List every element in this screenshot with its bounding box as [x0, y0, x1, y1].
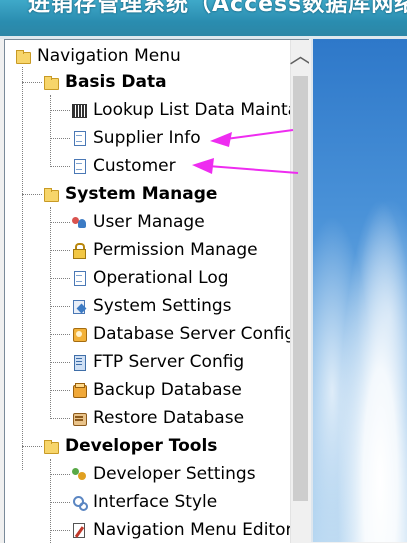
- developer-settings-icon: [71, 466, 87, 482]
- tree-item-system-settings[interactable]: System Settings: [71, 292, 232, 320]
- vertical-scrollbar[interactable]: ︿: [290, 40, 309, 543]
- tree-item-permission-manage[interactable]: Permission Manage: [71, 236, 258, 264]
- banner-title: 进销存管理系统（Access数据库网络版）: [28, 0, 407, 17]
- tree-root-navigation-menu[interactable]: Navigation Menu: [15, 42, 181, 70]
- tree-item-interface-style[interactable]: Interface Style: [71, 488, 217, 516]
- folder-open-icon: [43, 186, 59, 202]
- navigation-tree: Navigation Menu Basis Data Lookup List D…: [5, 40, 309, 543]
- log-document-icon: [71, 270, 87, 286]
- server-icon: [71, 354, 87, 371]
- tree-item-customer[interactable]: Customer: [71, 152, 176, 180]
- folder-open-icon: [15, 48, 31, 64]
- background-sky-image: [311, 39, 407, 542]
- scroll-up-arrow-icon[interactable]: ︿: [290, 40, 310, 74]
- tree-item-navigation-menu-editor[interactable]: Navigation Menu Editor: [71, 516, 292, 543]
- tree-group-basis-data[interactable]: Basis Data: [43, 68, 167, 96]
- database-icon: [71, 326, 87, 342]
- table-grid-icon: [71, 102, 87, 118]
- document-icon: [71, 130, 87, 146]
- tree-item-ftp-server-config[interactable]: FTP Server Config: [71, 348, 244, 376]
- tree-item-database-server-config[interactable]: Database Server Config: [71, 320, 295, 348]
- tree-item-lookup-list[interactable]: Lookup List Data Maintain: [71, 96, 309, 124]
- tree-group-developer-tools[interactable]: Developer Tools: [43, 432, 217, 460]
- tree-item-supplier-info[interactable]: Supplier Info: [71, 124, 201, 152]
- document-icon: [71, 158, 87, 174]
- folder-open-icon: [43, 438, 59, 454]
- navigation-panel: Navigation Menu Basis Data Lookup List D…: [4, 39, 309, 543]
- style-icon: [71, 494, 88, 511]
- tree-item-user-manage[interactable]: User Manage: [71, 208, 205, 236]
- title-banner: 进销存管理系统（Access数据库网络版）: [0, 0, 407, 36]
- tree-item-developer-settings[interactable]: Developer Settings: [71, 460, 256, 488]
- lock-icon: [71, 242, 87, 259]
- folder-open-icon: [43, 74, 59, 90]
- tree-group-system-manage[interactable]: System Manage: [43, 180, 217, 208]
- edit-icon: [71, 522, 87, 538]
- restore-icon: [71, 410, 87, 426]
- tree-item-backup-database[interactable]: Backup Database: [71, 376, 242, 404]
- users-icon: [71, 214, 87, 230]
- tree-item-operational-log[interactable]: Operational Log: [71, 264, 229, 292]
- scrollbar-thumb[interactable]: [293, 76, 308, 501]
- backup-icon: [71, 382, 87, 398]
- tree-item-restore-database[interactable]: Restore Database: [71, 404, 244, 432]
- settings-icon: [71, 298, 87, 314]
